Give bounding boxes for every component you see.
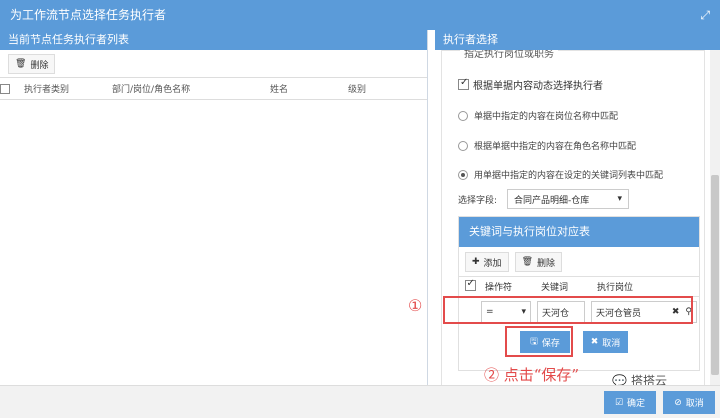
radio-label: 单据中指定的内容在岗位名称中匹配: [474, 112, 619, 122]
delete-keyword-label: 删除: [537, 258, 556, 269]
footer-cancel-button[interactable]: ⊘ 取消: [663, 391, 715, 414]
add-keyword-button[interactable]: ✚ 添加: [465, 252, 509, 272]
add-keyword-label: 添加: [483, 258, 502, 269]
radio-match-role[interactable]: 根据单据中指定的内容在角色名称中匹配: [458, 139, 636, 152]
delete-keyword-button[interactable]: 🗑 删除: [514, 252, 563, 272]
trash-icon: 🗑: [15, 59, 27, 69]
dynamic-option-checkbox[interactable]: [458, 77, 469, 90]
check-icon: ☑: [614, 397, 624, 408]
radio-match-keywords[interactable]: 用单据中指定的内容在设定的关键词列表中匹配: [458, 168, 663, 181]
executor-list-toolbar: 🗑 删除: [0, 50, 427, 78]
radio-label: 根据单据中指定的内容在角色名称中匹配: [474, 142, 637, 152]
keyword-row-highlight: [443, 296, 693, 324]
annotation-marker-2: ② 点击“保存”: [484, 366, 580, 384]
cancel-keyword-button[interactable]: ✖ 取消: [583, 331, 628, 353]
radio-dot-selected[interactable]: [458, 169, 468, 180]
delete-executor-label: 删除: [30, 60, 49, 71]
column-position[interactable]: 执行岗位: [593, 280, 693, 293]
column-level[interactable]: 级别: [348, 82, 408, 95]
column-name[interactable]: 姓名: [270, 82, 348, 95]
confirm-label: 确定: [627, 399, 646, 409]
radio-dot[interactable]: [458, 110, 468, 121]
dynamic-option-label: 根据单据内容动态选择执行者: [473, 81, 603, 92]
close-icon: ✖: [590, 337, 599, 347]
column-executor-type[interactable]: 执行者类别: [24, 82, 112, 95]
dialog-footer: ☑ 确定 ⊘ 取消: [0, 385, 720, 418]
column-keyword[interactable]: 关键词: [537, 280, 593, 293]
delete-executor-button[interactable]: 🗑 删除: [8, 54, 56, 74]
column-dept-position-role[interactable]: 部门/岗位/角色名称: [112, 82, 270, 95]
field-select-value: 合同产品明细-仓库: [514, 195, 590, 206]
keyword-table-title: 关键词与执行岗位对应表: [459, 217, 699, 247]
save-keyword-button[interactable]: 🖫 保存: [520, 331, 570, 353]
executor-select-body: 指定执行岗位或职务 根据单据内容动态选择执行者 单据中指定的内容在岗位名称中匹配…: [435, 50, 720, 385]
field-select-row: 选择字段: 合同产品明细-仓库 ▾: [458, 189, 630, 209]
caret-down-icon: ▾: [617, 194, 623, 204]
save-keyword-label: 保存: [541, 338, 560, 349]
dynamic-executor-fieldset: 指定执行岗位或职务 根据单据内容动态选择执行者 单据中指定的内容在岗位名称中匹配…: [441, 50, 705, 385]
executor-list-title: 当前节点任务执行者列表: [0, 30, 427, 50]
keyword-select-all-checkbox[interactable]: [464, 278, 476, 291]
radio-match-position[interactable]: 单据中指定的内容在岗位名称中匹配: [458, 109, 618, 122]
window-titlebar: 为工作流节点选择任务执行者 ⤢: [0, 0, 720, 30]
keyword-table: 关键词与执行岗位对应表 ✚ 添加 🗑 删除 操作符 关键词 执行岗位: [458, 216, 700, 371]
annotation-marker-1: ①: [408, 296, 423, 315]
scrollbar-thumb[interactable]: [711, 175, 719, 375]
executor-select-title: 执行者选择: [435, 30, 720, 50]
dynamic-option-toggle[interactable]: 根据单据内容动态选择执行者: [454, 77, 607, 92]
executor-grid-header: 执行者类别 部门/岗位/角色名称 姓名 级别: [0, 78, 427, 100]
column-operator[interactable]: 操作符: [481, 280, 537, 293]
plus-icon: ✚: [472, 257, 480, 267]
expand-icon[interactable]: ⤢: [700, 0, 710, 30]
trash-icon: 🗑: [521, 257, 533, 267]
keyword-toolbar: ✚ 添加 🗑 删除: [459, 247, 699, 277]
keyword-columns: 操作符 关键词 执行岗位: [459, 277, 699, 297]
confirm-button[interactable]: ☑ 确定: [604, 391, 656, 414]
field-label: 选择字段:: [458, 195, 498, 206]
save-icon: 🖫: [530, 337, 538, 347]
cancel-keyword-label: 取消: [602, 338, 621, 349]
field-select[interactable]: 合同产品明细-仓库 ▾: [507, 189, 630, 209]
radio-dot[interactable]: [458, 140, 468, 151]
executor-list-panel: 当前节点任务执行者列表 🗑 删除 执行者类别 部门/岗位/角色名称 姓名 级别: [0, 30, 428, 385]
previous-option-label: 指定执行岗位或职务: [460, 50, 558, 60]
right-panel-scrollbar[interactable]: [710, 50, 720, 385]
radio-label: 用单据中指定的内容在设定的关键词列表中匹配: [474, 171, 664, 181]
window-title: 为工作流节点选择任务执行者: [10, 8, 167, 22]
select-all-checkbox[interactable]: [0, 83, 10, 94]
footer-cancel-label: 取消: [685, 399, 704, 409]
executor-select-panel: 执行者选择 指定执行岗位或职务 根据单据内容动态选择执行者 单据中指定的内容在岗…: [435, 30, 720, 385]
cancel-icon: ⊘: [674, 397, 682, 408]
